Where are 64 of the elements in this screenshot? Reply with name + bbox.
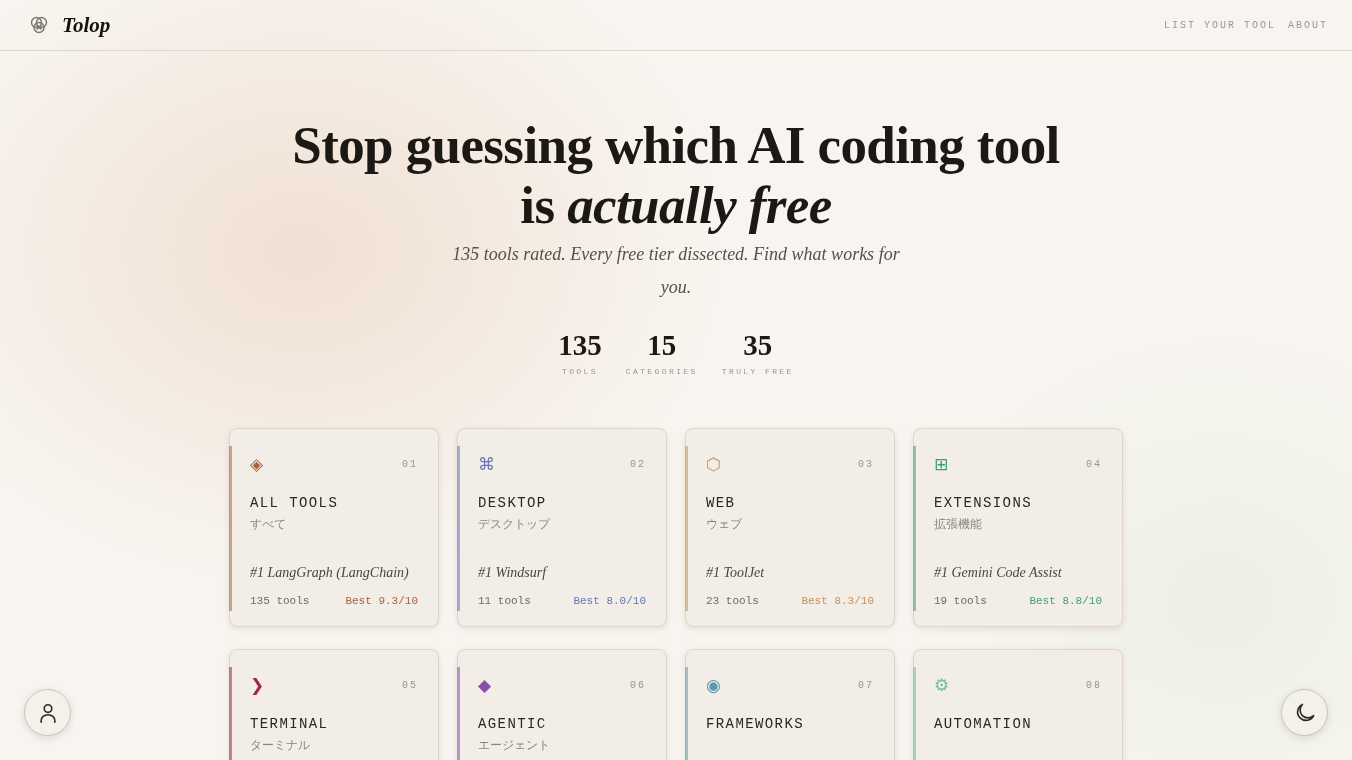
logo-icon [29, 15, 49, 35]
card-number: 03 [858, 458, 874, 470]
stat-label: CATEGORIES [625, 367, 698, 376]
theme-toggle-button[interactable] [1281, 689, 1328, 736]
category-name-japanese: ターミナル [250, 738, 311, 753]
card-number: 08 [1086, 679, 1102, 691]
best-score: Best 8.8/10 [1029, 594, 1102, 608]
stat-label: TRULY FREE [721, 367, 794, 376]
category-name: TERMINAL [250, 715, 330, 733]
category-name-japanese: すべて [250, 517, 287, 532]
brand-link[interactable]: Tolop [29, 12, 111, 38]
top-tool-text: #1 ToolJet [706, 564, 766, 582]
category-name: EXTENSIONS [934, 494, 1033, 512]
account-button[interactable] [24, 689, 71, 736]
best-score: Best 9.3/10 [345, 594, 418, 608]
tool-count: 23 tools [706, 594, 759, 608]
card-number: 02 [630, 458, 646, 470]
moon-icon [1294, 702, 1315, 723]
card-number: 01 [402, 458, 418, 470]
best-score: Best 8.3/10 [801, 594, 874, 608]
tool-count: 19 tools [934, 594, 987, 608]
category-card[interactable]: ◉ 07 FRAMEWORKS [685, 649, 895, 760]
category-name-japanese: エージェント [478, 738, 551, 753]
category-name: ALL TOOLS [250, 494, 340, 512]
category-card[interactable]: ⌘ 02 DESKTOP デスクトップ #1 Windsurf 11 tools Best 8.0/10 [457, 428, 667, 627]
category-name-japanese: 拡張機能 [934, 517, 983, 532]
top-tool-text: #1 Gemini Code Assist [934, 564, 1063, 582]
category-icon: ◆ [478, 676, 492, 694]
category-card[interactable]: ◆ 06 AGENTIC エージェント [457, 649, 667, 760]
stat-value: 15 [647, 329, 677, 361]
category-icon: ⬡ [706, 455, 721, 473]
category-icon: ⊞ [934, 455, 949, 473]
category-icon: ◉ [706, 676, 721, 694]
best-score: Best 8.0/10 [573, 594, 646, 608]
category-name: WEB [706, 494, 737, 512]
hero-subtitle: 135 tools rated. Every free tier dissected. Find what works for you. [451, 243, 901, 299]
category-icon: ◈ [250, 455, 264, 473]
card-number: 04 [1086, 458, 1102, 470]
stat-label: TOOLS [561, 367, 598, 376]
card-number: 06 [630, 679, 646, 691]
category-icon: ⌘ [478, 455, 495, 473]
category-name-japanese: デスクトップ [478, 517, 552, 532]
category-icon: ⚙ [934, 676, 950, 694]
card-number: 07 [858, 679, 874, 691]
top-tool-text: #1 LangGraph (LangChain) [250, 564, 410, 582]
category-name-japanese: ウェブ [706, 517, 743, 532]
category-name: FRAMEWORKS [706, 715, 805, 733]
category-card[interactable]: ⬡ 03 WEB ウェブ #1 ToolJet 23 tools Best 8.3/10 [685, 428, 895, 627]
card-number: 05 [402, 679, 418, 691]
category-card[interactable]: ⊞ 04 EXTENSIONS 拡張機能 #1 Gemini Code Assist 19 tools Best 8.8/10 [913, 428, 1123, 627]
tool-count: 11 tools [478, 594, 531, 608]
category-card[interactable]: ❯ 05 TERMINAL ターミナル [229, 649, 439, 760]
tool-count: 135 tools [250, 594, 310, 608]
user-icon [37, 702, 58, 723]
hero-heading: Stop guessing which AI coding tool is actually free [291, 115, 1061, 235]
category-name: DESKTOP [478, 494, 548, 512]
category-card[interactable]: ◈ 01 ALL TOOLS すべて #1 LangGraph (LangChain) 135 tools Best 9.3/10 [229, 428, 439, 627]
category-icon: ❯ [250, 676, 265, 694]
category-name: AGENTIC [478, 715, 548, 733]
stat-value: 35 [743, 329, 773, 361]
category-card[interactable]: ⚙ 08 AUTOMATION [913, 649, 1123, 760]
top-tool-text: #1 Windsurf [478, 564, 549, 582]
stat-value: 135 [558, 329, 602, 361]
category-name: AUTOMATION [934, 715, 1033, 733]
